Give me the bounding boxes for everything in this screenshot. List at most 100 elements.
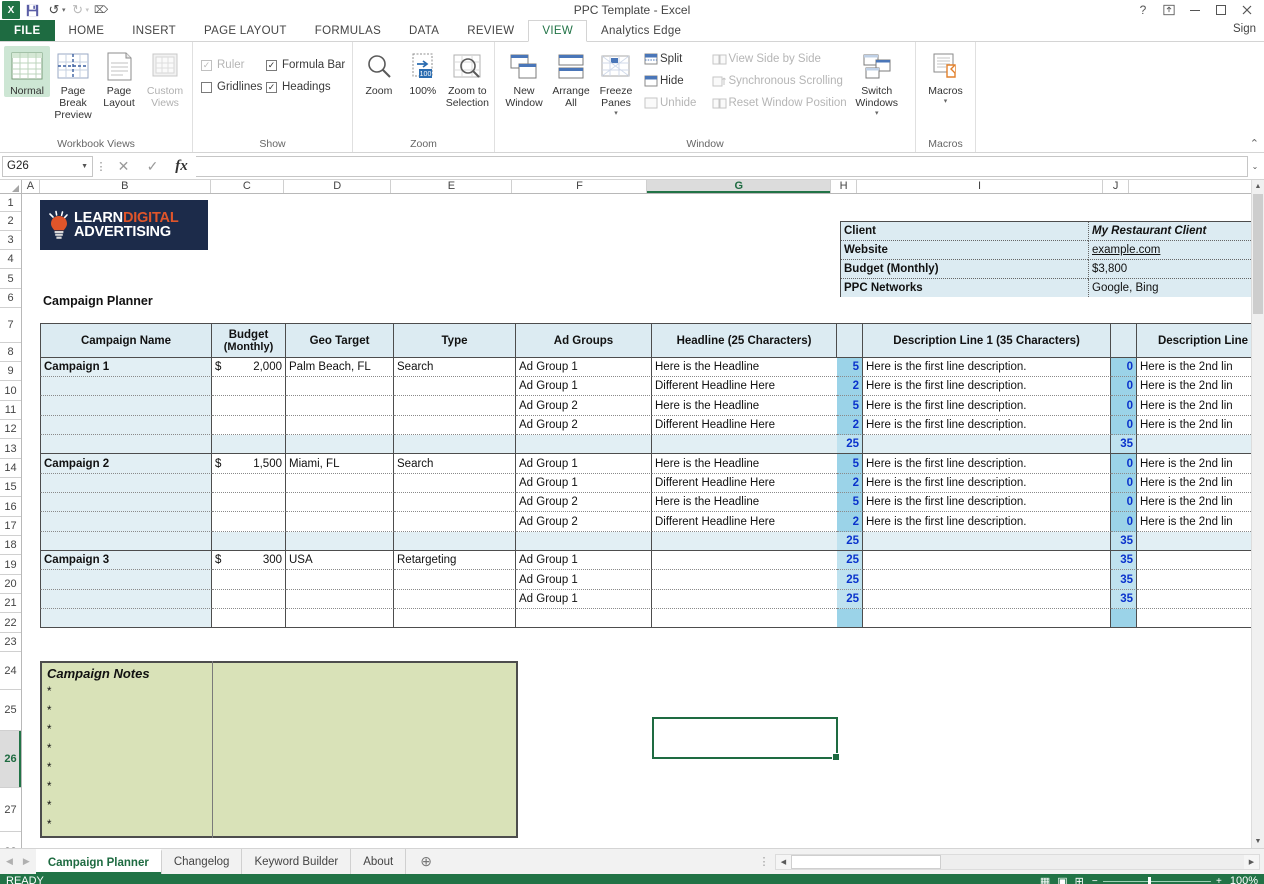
horizontal-scroll-thumb[interactable] <box>791 855 941 869</box>
column-header-F[interactable]: F <box>512 180 647 193</box>
row-header-14[interactable]: 14 <box>0 459 21 478</box>
campaign-3-budget[interactable]: $ 300 <box>212 551 286 570</box>
row-header-13[interactable]: 13 <box>0 439 21 459</box>
horizontal-scrollbar[interactable]: ◀ ▶ <box>775 854 1260 870</box>
row-header-15[interactable]: 15 <box>0 478 21 497</box>
formula-bar-checkbox[interactable]: ✓ Formula Bar <box>266 54 345 76</box>
campaign-2-name[interactable]: Campaign 2 <box>40 454 212 474</box>
select-all-corner[interactable] <box>0 180 22 193</box>
campaign-2-adgroup-1[interactable]: Ad Group 1 <box>516 454 652 474</box>
chevron-down-icon[interactable]: ▾ <box>875 108 879 120</box>
campaign-2-headline-3[interactable]: Here is the Headline <box>652 493 837 512</box>
desc2-filler[interactable] <box>1137 435 1264 454</box>
desc2-filler[interactable] <box>1137 609 1264 628</box>
campaign-1-desc2-4[interactable]: Here is the 2nd lin <box>1137 416 1264 435</box>
campaign-2-desc1-2[interactable]: Here is the first line description. <box>863 474 1111 493</box>
geo-filler[interactable] <box>286 512 394 532</box>
campaign-2-desc1-1[interactable]: Here is the first line description. <box>863 454 1111 474</box>
hide-button[interactable]: Hide <box>639 70 699 92</box>
undo-icon[interactable]: ↺ <box>44 1 64 19</box>
geo-filler[interactable] <box>286 435 394 454</box>
scroll-down-icon[interactable]: ▼ <box>1252 835 1264 848</box>
headline-filler[interactable] <box>652 532 837 551</box>
budget-filler[interactable] <box>212 396 286 416</box>
headline-filler[interactable] <box>652 435 837 454</box>
campaign-3-desc1-1[interactable] <box>863 551 1111 570</box>
desc1-filler[interactable] <box>863 435 1111 454</box>
name-box[interactable]: G26 ▼ <box>2 156 93 177</box>
scroll-up-icon[interactable]: ▲ <box>1252 180 1264 193</box>
campaign-1-desc1-3[interactable]: Here is the first line description. <box>863 396 1111 416</box>
notes-bullet-8[interactable]: * <box>44 816 204 834</box>
notes-bullet-3[interactable]: * <box>44 721 204 739</box>
type-filler[interactable] <box>394 570 516 590</box>
tab-formulas[interactable]: FORMULAS <box>301 20 395 41</box>
row-header-3[interactable]: 3 <box>0 231 21 250</box>
budget-filler[interactable] <box>212 570 286 590</box>
campaign-3-name-filler[interactable] <box>40 609 212 628</box>
row-header-21[interactable]: 21 <box>0 594 21 613</box>
column-header-K[interactable] <box>1129 180 1264 193</box>
budget-filler[interactable] <box>212 532 286 551</box>
help-icon[interactable]: ? <box>1130 1 1156 19</box>
freeze-panes-button[interactable]: Freeze Panes ▾ <box>593 46 639 120</box>
desc1-filler[interactable] <box>863 609 1111 628</box>
geo-filler[interactable] <box>286 493 394 512</box>
geo-filler[interactable] <box>286 474 394 493</box>
customize-qat-icon[interactable]: ⌦ <box>91 1 111 19</box>
campaign-2-name-filler[interactable] <box>40 493 212 512</box>
row-header-11[interactable]: 11 <box>0 401 21 420</box>
budget-value[interactable]: $3,800 <box>1088 260 1264 279</box>
notes-bullet-4[interactable]: * <box>44 740 204 758</box>
ppc-networks-value[interactable]: Google, Bing <box>1088 279 1264 297</box>
macros-button[interactable]: Macros ▾ <box>920 46 971 108</box>
vertical-scrollbar[interactable]: ▲ ▼ <box>1251 180 1264 848</box>
budget-filler[interactable] <box>212 377 286 396</box>
row-header-8[interactable]: 8 <box>0 343 21 362</box>
page-break-preview-button[interactable]: Page Break Preview <box>50 46 96 121</box>
campaign-1-desc1-4[interactable]: Here is the first line description. <box>863 416 1111 435</box>
campaign-1-name-filler[interactable] <box>40 396 212 416</box>
campaign-1-adgroup-2[interactable]: Ad Group 1 <box>516 377 652 396</box>
campaign-2-desc1-3[interactable]: Here is the first line description. <box>863 493 1111 512</box>
column-header-A[interactable]: A <box>22 180 40 193</box>
notes-bullet-2[interactable]: * <box>44 702 204 720</box>
campaign-1-type[interactable]: Search <box>394 358 516 377</box>
tab-data[interactable]: DATA <box>395 20 453 41</box>
campaign-2-geo[interactable]: Miami, FL <box>286 454 394 474</box>
desc2-filler[interactable] <box>1137 532 1264 551</box>
campaign-3-desc1-2[interactable] <box>863 570 1111 590</box>
budget-filler[interactable] <box>212 416 286 435</box>
campaign-1-adgroup-3[interactable]: Ad Group 2 <box>516 396 652 416</box>
synchronous-scrolling-button[interactable]: Synchronous Scrolling <box>707 70 849 92</box>
campaign-3-headline-2[interactable] <box>652 570 837 590</box>
previous-sheet-icon[interactable]: ◀ <box>6 856 13 867</box>
column-header-D[interactable]: D <box>284 180 391 193</box>
tab-insert[interactable]: INSERT <box>118 20 190 41</box>
chevron-down-icon[interactable]: ▾ <box>944 96 948 108</box>
column-header-I[interactable]: I <box>857 180 1103 193</box>
campaign-2-adgroup-4[interactable]: Ad Group 2 <box>516 512 652 532</box>
zoom-to-selection-button[interactable]: Zoom to Selection <box>445 46 490 109</box>
notes-bullet-6[interactable]: * <box>44 778 204 796</box>
tab-file[interactable]: FILE <box>0 20 55 41</box>
geo-filler[interactable] <box>286 590 394 609</box>
tab-analytics-edge[interactable]: Analytics Edge <box>587 20 695 41</box>
column-header-G[interactable]: G <box>647 180 831 193</box>
type-filler[interactable] <box>394 609 516 628</box>
campaign-2-name-filler[interactable] <box>40 532 212 551</box>
gridlines-checkbox[interactable]: Gridlines <box>201 76 266 98</box>
arrange-all-button[interactable]: Arrange All <box>549 46 593 109</box>
row-header-23[interactable]: 23 <box>0 633 21 652</box>
maximize-icon[interactable] <box>1208 1 1234 19</box>
budget-filler[interactable] <box>212 435 286 454</box>
ruler-checkbox[interactable]: ✓ Ruler <box>201 54 266 76</box>
campaign-3-desc2-1[interactable] <box>1137 551 1264 570</box>
zoom-level[interactable]: 100% <box>1230 875 1258 884</box>
switch-windows-button[interactable]: Switch Windows ▾ <box>850 46 904 120</box>
row-header-9[interactable]: 9 <box>0 362 21 381</box>
campaign-1-name-filler[interactable] <box>40 416 212 435</box>
campaign-1-name-filler[interactable] <box>40 435 212 454</box>
zoom-in-icon[interactable]: + <box>1216 876 1222 884</box>
collapse-ribbon-icon[interactable]: ⌃ <box>1250 137 1259 150</box>
